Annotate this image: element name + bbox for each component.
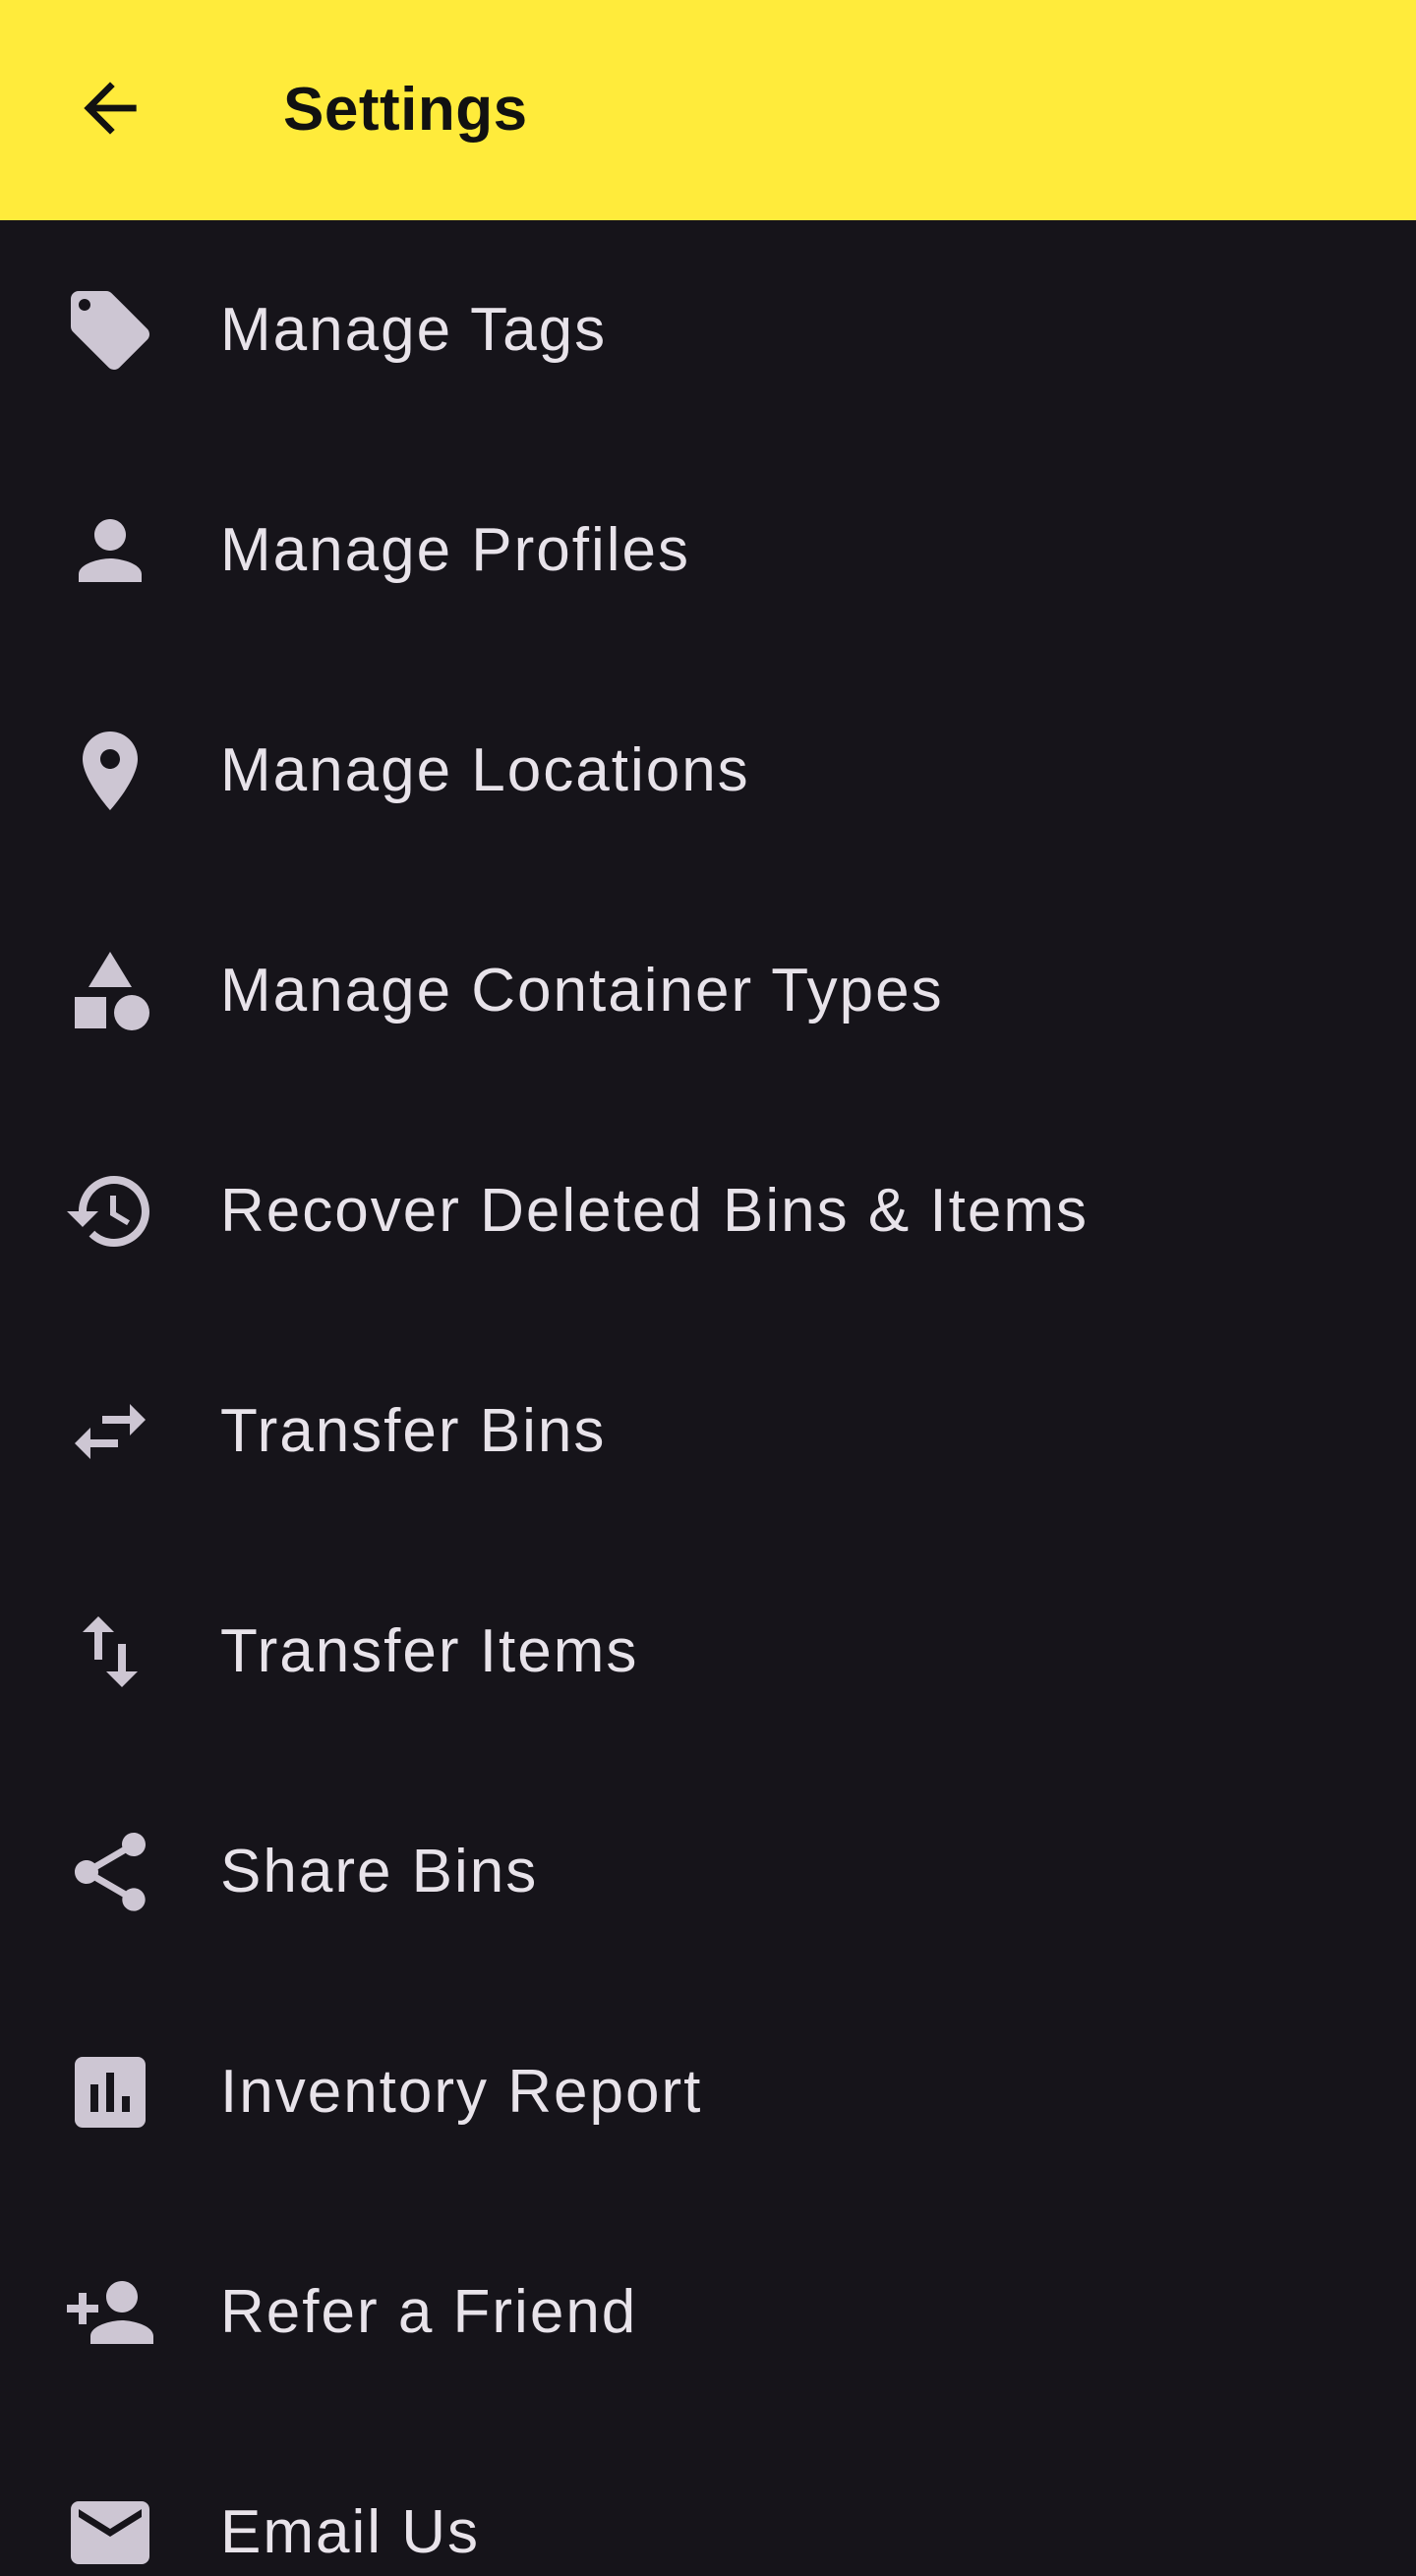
history-icon xyxy=(61,1162,159,1260)
mail-icon xyxy=(61,2484,159,2576)
menu-item-transfer-items[interactable]: Transfer Items xyxy=(0,1542,1416,1762)
menu-item-label: Manage Tags xyxy=(220,296,608,364)
menu-item-label: Manage Container Types xyxy=(220,957,944,1025)
swap-horiz-icon xyxy=(61,1382,159,1481)
menu-item-email-us[interactable]: Email Us xyxy=(0,2423,1416,2576)
person-add-icon xyxy=(61,2263,159,2362)
person-icon xyxy=(61,501,159,600)
menu-item-label: Share Bins xyxy=(220,1838,539,1905)
menu-item-label: Email Us xyxy=(220,2498,481,2566)
menu-item-label: Inventory Report xyxy=(220,2058,703,2126)
menu-item-recover-deleted[interactable]: Recover Deleted Bins & Items xyxy=(0,1101,1416,1321)
menu-item-label: Manage Profiles xyxy=(220,516,691,584)
swap-vert-icon xyxy=(61,1603,159,1701)
bar-chart-icon xyxy=(61,2043,159,2141)
menu-item-share-bins[interactable]: Share Bins xyxy=(0,1762,1416,1982)
menu-item-manage-profiles[interactable]: Manage Profiles xyxy=(0,440,1416,661)
menu-item-refer-friend[interactable]: Refer a Friend xyxy=(0,2202,1416,2423)
menu-item-manage-tags[interactable]: Manage Tags xyxy=(0,220,1416,440)
menu-item-label: Transfer Items xyxy=(220,1617,639,1685)
location-pin-icon xyxy=(61,722,159,820)
menu-item-label: Transfer Bins xyxy=(220,1397,607,1465)
tag-icon xyxy=(61,281,159,380)
menu-item-manage-container-types[interactable]: Manage Container Types xyxy=(0,881,1416,1101)
menu-item-transfer-bins[interactable]: Transfer Bins xyxy=(0,1321,1416,1542)
back-button[interactable] xyxy=(51,61,169,159)
share-icon xyxy=(61,1823,159,1921)
arrow-back-icon xyxy=(71,69,149,152)
menu-item-label: Refer a Friend xyxy=(220,2278,638,2346)
settings-screen: Settings Manage Tags Manage Profiles Man… xyxy=(0,0,1416,2576)
menu-item-manage-locations[interactable]: Manage Locations xyxy=(0,661,1416,881)
app-bar: Settings xyxy=(0,0,1416,220)
menu-item-inventory-report[interactable]: Inventory Report xyxy=(0,1982,1416,2202)
menu-item-label: Manage Locations xyxy=(220,736,750,804)
settings-menu: Manage Tags Manage Profiles Manage Locat… xyxy=(0,220,1416,2576)
shapes-icon xyxy=(61,942,159,1040)
menu-item-label: Recover Deleted Bins & Items xyxy=(220,1177,1090,1245)
page-title: Settings xyxy=(283,76,528,144)
